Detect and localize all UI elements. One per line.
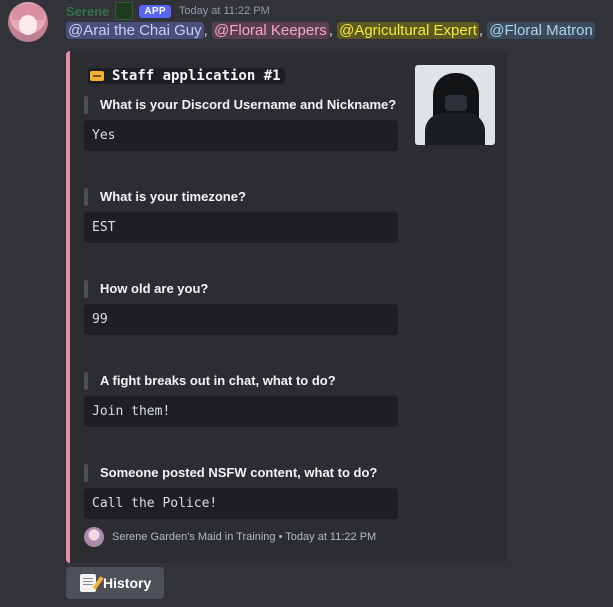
field-timezone: What is your timezone? EST	[84, 188, 398, 243]
mention-separator: ,	[478, 22, 484, 39]
field-name: How old are you?	[84, 280, 398, 298]
author-avatar[interactable]	[8, 2, 48, 42]
ticket-icon	[90, 71, 104, 81]
mention-separator: ,	[328, 22, 333, 39]
memo-icon	[80, 574, 96, 592]
history-label: History	[103, 575, 152, 591]
field-value: 99	[84, 304, 398, 335]
field-nsfw: Someone posted NSFW content, what to do?…	[84, 464, 398, 519]
field-fight: A fight breaks out in chat, what to do? …	[84, 372, 398, 427]
thumbnail-body	[425, 113, 485, 145]
field-value: Call the Police!	[84, 488, 398, 519]
app-badge: APP	[139, 4, 171, 18]
field-value: EST	[84, 212, 398, 243]
message-header: Serene APP Today at 11:22 PM	[66, 2, 270, 20]
avatar-face	[19, 15, 37, 35]
field-name: Someone posted NSFW content, what to do?	[84, 464, 398, 482]
thumbnail-mask	[445, 95, 467, 111]
field-name: What is your Discord Username and Nickna…	[84, 96, 398, 114]
staff-application-embed: Staff application #1 What is your Discor…	[66, 51, 507, 563]
field-age: How old are you? 99	[84, 280, 398, 335]
mentions-line: @Arai the Chai Guy, @Floral Keepers, @Ag…	[66, 20, 613, 42]
mention-floral-matron[interactable]: @Floral Matron	[487, 22, 595, 39]
embed-title: Staff application #1	[88, 68, 285, 84]
field-value: Join them!	[84, 396, 398, 427]
role-icon	[115, 2, 134, 20]
field-value: Yes	[84, 120, 398, 151]
message-timestamp[interactable]: Today at 11:22 PM	[179, 5, 270, 17]
mention-floral-keepers[interactable]: @Floral Keepers	[211, 22, 329, 39]
bot-avatar-icon	[84, 527, 104, 547]
embed-thumbnail[interactable]	[415, 65, 495, 145]
mention-arai[interactable]: @Arai the Chai Guy	[66, 22, 204, 39]
mention-agricultural-expert[interactable]: @Agricultural Expert	[337, 22, 479, 39]
author-name[interactable]: Serene	[66, 4, 109, 19]
field-username: What is your Discord Username and Nickna…	[84, 96, 398, 151]
embed-title-text: Staff application #1	[112, 68, 281, 84]
mention-separator: ,	[203, 22, 208, 39]
history-button[interactable]: History	[66, 567, 164, 599]
embed-footer: Serene Garden's Maid in Training • Today…	[84, 527, 376, 547]
field-name: What is your timezone?	[84, 188, 398, 206]
field-name: A fight breaks out in chat, what to do?	[84, 372, 398, 390]
footer-text: Serene Garden's Maid in Training • Today…	[112, 531, 377, 543]
